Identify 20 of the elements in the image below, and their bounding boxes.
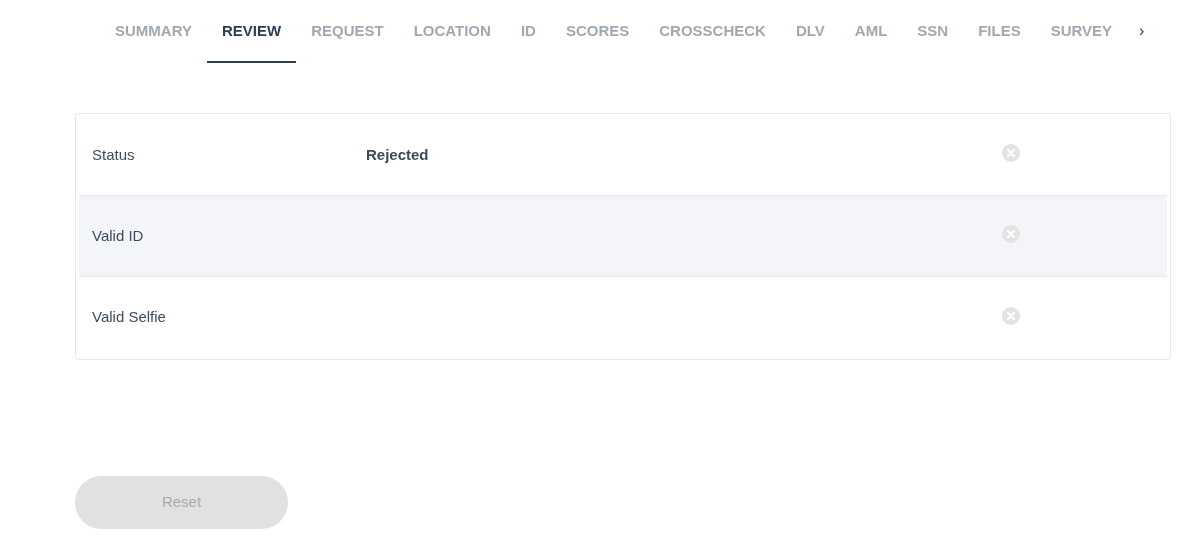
tab[interactable]: FILES — [963, 0, 1036, 63]
tab[interactable]: SSN — [902, 0, 964, 63]
tab[interactable]: LOCATION — [398, 0, 506, 63]
clear-icon[interactable] — [1002, 144, 1020, 162]
tab[interactable]: ID — [505, 0, 551, 63]
row-value: Rejected — [366, 145, 429, 163]
scroll-right-button[interactable]: › — [1135, 0, 1149, 63]
tab[interactable]: SURVEY — [1035, 0, 1128, 63]
clear-icon[interactable] — [1002, 306, 1020, 325]
row-label: Valid ID — [91, 225, 145, 246]
tab[interactable]: AML — [839, 0, 903, 63]
row-label: Status — [91, 144, 136, 165]
tab[interactable]: SUMMARY — [100, 0, 207, 63]
row-label: Valid Selfie — [91, 307, 167, 328]
tab[interactable]: SCORES — [550, 0, 645, 63]
tab[interactable]: REQUEST — [296, 0, 399, 63]
tab[interactable]: CROSSCHECK — [644, 0, 781, 63]
tab[interactable]: DLV — [780, 0, 840, 63]
tab[interactable]: REVIEW — [206, 0, 297, 63]
clear-icon[interactable] — [1002, 225, 1020, 243]
